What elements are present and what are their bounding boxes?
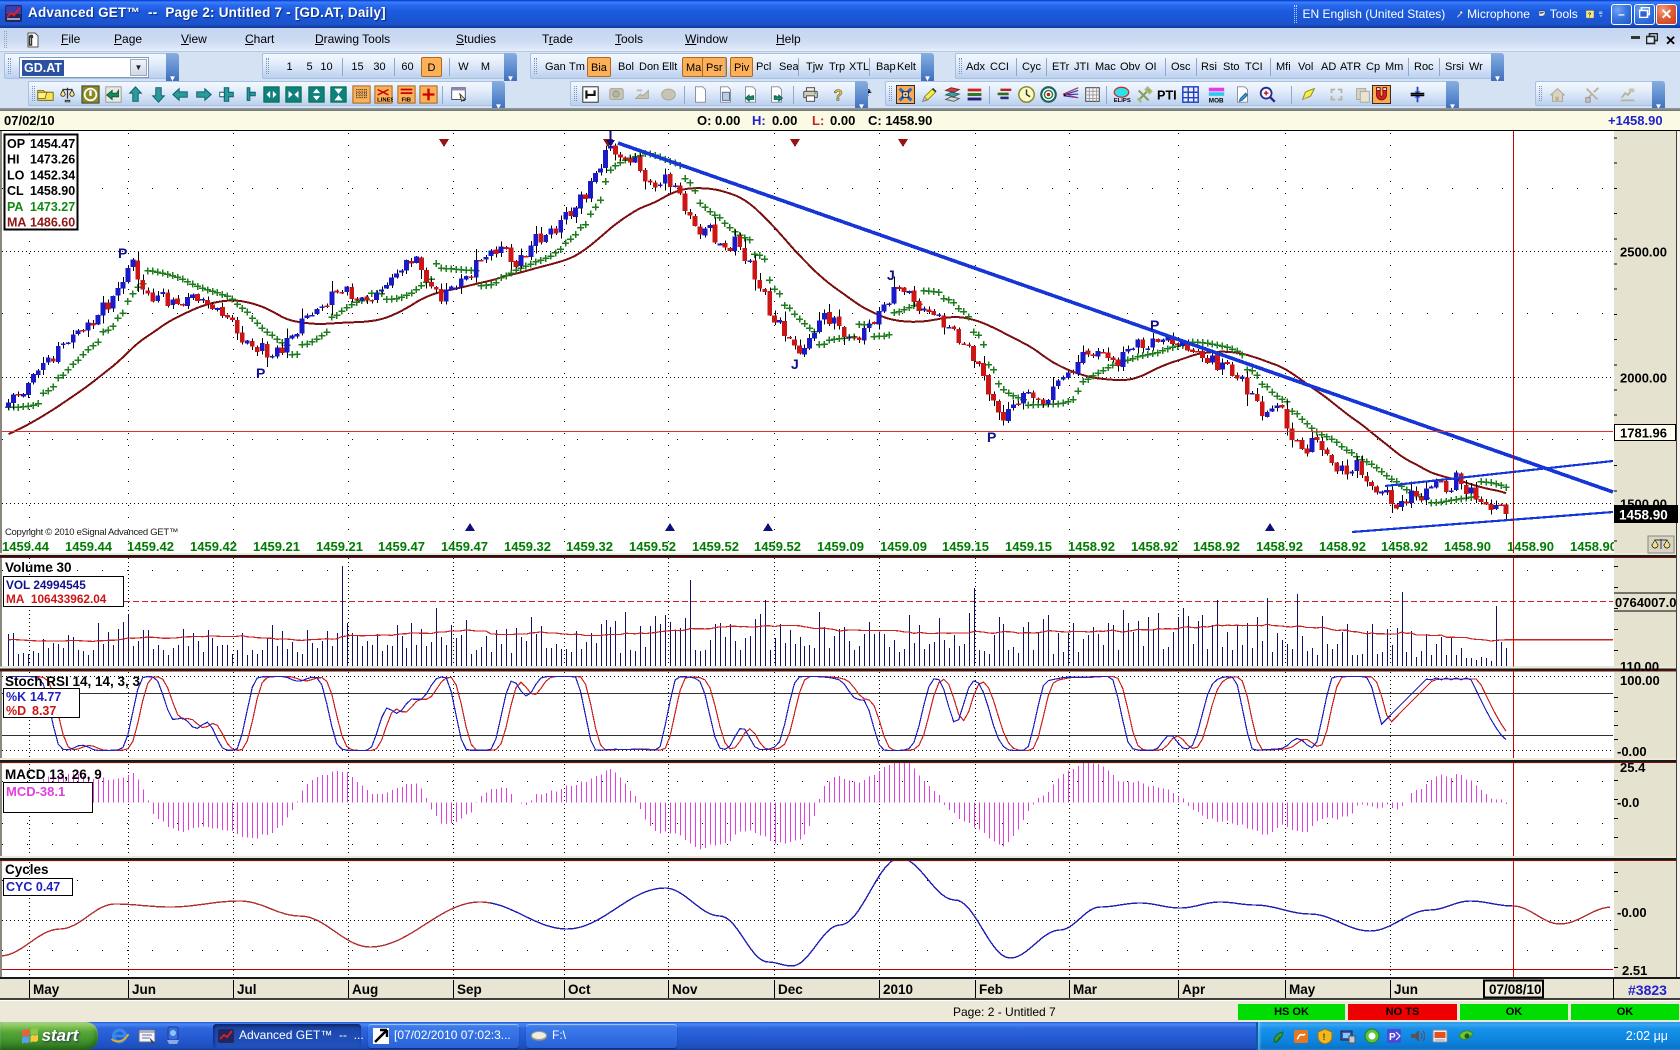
svg-text:CL: CL: [7, 184, 24, 198]
svg-text:1459.47: 1459.47: [378, 539, 425, 554]
svg-text:1458.90: 1458.90: [1619, 508, 1668, 523]
svg-text:FIB: FIB: [402, 97, 411, 103]
svg-text:1459.42: 1459.42: [127, 539, 174, 554]
svg-text:P: P: [987, 429, 996, 445]
svg-text:1459.47: 1459.47: [441, 539, 488, 554]
svg-text:Stoch RSI 14, 14, 3, 3: Stoch RSI 14, 14, 3, 3: [5, 674, 141, 689]
svg-text:1458.90: 1458.90: [1444, 539, 1491, 554]
svg-text:Cycles: Cycles: [5, 862, 49, 877]
svg-text:2000.00: 2000.00: [1620, 371, 1667, 386]
svg-text:Apr: Apr: [1182, 982, 1206, 997]
svg-text:8.37: 8.37: [32, 704, 56, 718]
svg-text:2500.00: 2500.00: [1620, 245, 1667, 260]
svg-text:Copyright © 2010 eSignal Advan: Copyright © 2010 eSignal Advanced GET™: [5, 527, 178, 538]
svg-text:1459.44: 1459.44: [65, 539, 113, 554]
svg-text:MA: MA: [7, 216, 26, 230]
svg-text:P: P: [1150, 317, 1159, 333]
svg-text:1459.09: 1459.09: [817, 539, 864, 554]
svg-text:%K: %K: [6, 690, 26, 704]
svg-text:100.00: 100.00: [1620, 673, 1660, 688]
svg-text:Jun: Jun: [132, 982, 156, 997]
svg-text:?: ?: [834, 87, 843, 104]
svg-text:OP: OP: [7, 137, 25, 151]
svg-text:Sep: Sep: [457, 982, 482, 997]
svg-text:Nov: Nov: [672, 982, 698, 997]
svg-text:1459.42: 1459.42: [190, 539, 237, 554]
svg-text:LINES: LINES: [377, 97, 393, 103]
svg-text:1459.52: 1459.52: [629, 539, 676, 554]
svg-text:Jun: Jun: [1394, 982, 1418, 997]
svg-text:1454.47: 1454.47: [30, 137, 75, 151]
svg-text:1486.60: 1486.60: [30, 216, 75, 230]
svg-text:1459.09: 1459.09: [880, 539, 927, 554]
svg-text:Feb: Feb: [979, 982, 1003, 997]
svg-text:Dec: Dec: [778, 982, 803, 997]
svg-text:1459.52: 1459.52: [754, 539, 801, 554]
svg-text:-0.00: -0.00: [1617, 905, 1647, 920]
svg-text:ELiPS: ELiPS: [1114, 98, 1131, 104]
svg-text:1459.21: 1459.21: [253, 539, 300, 554]
svg-text:1473.27: 1473.27: [30, 200, 75, 214]
svg-text:CYC 0.47: CYC 0.47: [6, 880, 60, 894]
svg-text:Mar: Mar: [1073, 982, 1098, 997]
svg-text:-0.0: -0.0: [1617, 795, 1639, 810]
svg-text:May: May: [33, 982, 60, 997]
svg-text:%D: %D: [6, 704, 26, 718]
svg-text:#3823: #3823: [1628, 982, 1667, 998]
svg-text:1459.15: 1459.15: [942, 539, 989, 554]
svg-text:Oct: Oct: [568, 982, 591, 997]
svg-text:2.51: 2.51: [1622, 963, 1647, 978]
svg-text:MACD 13, 26, 9: MACD 13, 26, 9: [5, 767, 102, 782]
svg-text:-0.00: -0.00: [1617, 744, 1647, 759]
svg-text:0764007.0: 0764007.0: [1615, 595, 1676, 610]
svg-text:07/08/10: 07/08/10: [1489, 982, 1542, 997]
svg-text:1458.92: 1458.92: [1319, 539, 1366, 554]
svg-text:1452.34: 1452.34: [30, 168, 75, 182]
svg-text:Jul: Jul: [237, 982, 257, 997]
svg-text:J: J: [887, 267, 895, 283]
svg-text:!: !: [1323, 1032, 1326, 1042]
svg-text:1459.52: 1459.52: [692, 539, 739, 554]
svg-text:1459.15: 1459.15: [1005, 539, 1052, 554]
svg-text:1458.92: 1458.92: [1193, 539, 1240, 554]
svg-text:1458.90: 1458.90: [30, 184, 75, 198]
svg-text:1459.32: 1459.32: [566, 539, 613, 554]
svg-text:1458.92: 1458.92: [1256, 539, 1303, 554]
svg-text:PA: PA: [7, 200, 23, 214]
svg-text:LO: LO: [7, 168, 25, 182]
svg-text:1459.32: 1459.32: [504, 539, 551, 554]
svg-text:J: J: [791, 356, 799, 372]
svg-text:1459.21: 1459.21: [316, 539, 363, 554]
svg-text:PTI: PTI: [1157, 88, 1176, 102]
svg-text:14.77: 14.77: [30, 690, 61, 704]
svg-text:110.00: 110.00: [1620, 659, 1659, 674]
svg-text:25.4: 25.4: [1620, 760, 1646, 775]
svg-text:1458.92: 1458.92: [1131, 539, 1178, 554]
svg-text:Aug: Aug: [352, 982, 378, 997]
svg-text:1459.44: 1459.44: [2, 539, 50, 554]
svg-text:P: P: [118, 245, 127, 261]
svg-text:1473.26: 1473.26: [30, 153, 75, 167]
svg-text:HI: HI: [7, 153, 20, 167]
svg-text:Volume 30: Volume 30: [5, 560, 72, 575]
svg-text:1781.96: 1781.96: [1620, 426, 1667, 441]
svg-text:MOB: MOB: [1209, 98, 1224, 104]
svg-text:1458.90: 1458.90: [1570, 539, 1617, 554]
svg-text:May: May: [1289, 982, 1316, 997]
svg-text:?: ?: [1588, 12, 1592, 18]
svg-text:2010: 2010: [883, 982, 913, 997]
svg-text:MCD-38.1: MCD-38.1: [6, 784, 65, 799]
svg-text:MA 106433962.04: MA 106433962.04: [6, 592, 107, 606]
svg-text:P: P: [1389, 1032, 1396, 1043]
svg-text:VOL 24994545: VOL 24994545: [6, 578, 86, 592]
svg-text:1458.92: 1458.92: [1381, 539, 1428, 554]
svg-text:P: P: [256, 365, 265, 381]
svg-text:1458.92: 1458.92: [1068, 539, 1115, 554]
